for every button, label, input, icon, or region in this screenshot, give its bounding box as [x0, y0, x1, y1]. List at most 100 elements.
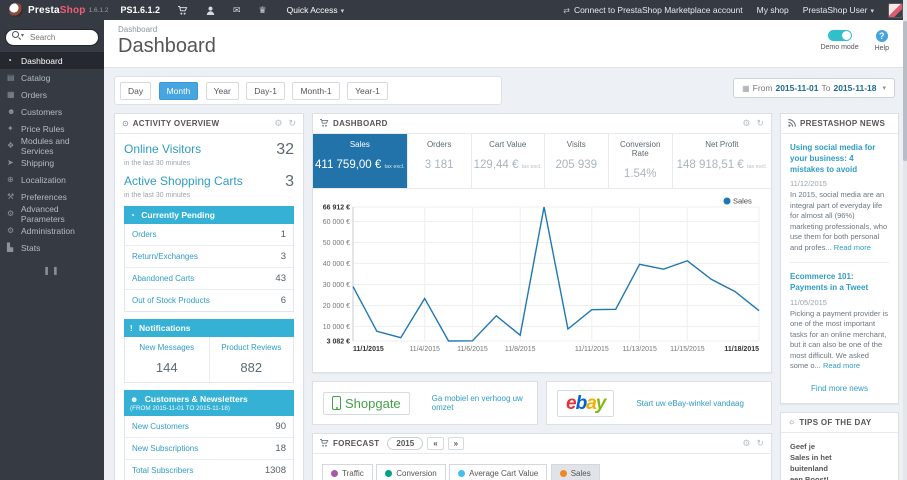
- range-year-1-button[interactable]: Year-1: [347, 82, 388, 100]
- gear-icon[interactable]: ⚙: [742, 439, 750, 448]
- range-day-1-button[interactable]: Day-1: [246, 82, 285, 100]
- customers-subtitle: (FROM 2015-11-01 TO 2015-11-18): [130, 405, 230, 412]
- sales-dot-icon: [559, 470, 567, 477]
- previous-year-button[interactable]: «: [427, 437, 444, 450]
- sidebar-item-stats[interactable]: ▙ Stats: [0, 239, 104, 256]
- envelope-icon[interactable]: ✉: [233, 5, 241, 15]
- new-messages-cell[interactable]: New Messages 144: [125, 337, 209, 382]
- refresh-icon[interactable]: ↻: [288, 119, 296, 128]
- shopgate-banner[interactable]: Shopgate Ga mobiel en verhoog uw omzet: [312, 381, 538, 425]
- sidebar-item-catalog[interactable]: ▤ Catalog: [0, 69, 104, 86]
- svg-text:11/4/2015: 11/4/2015: [409, 346, 440, 353]
- sales-chart[interactable]: 3 082 € 10 000 € 20 000 € 30 000 € 40 000 € 5…: [313, 189, 771, 372]
- sidebar-item-localization[interactable]: ⊕ Localization: [0, 171, 104, 188]
- notifications-title: Notifications: [139, 323, 191, 333]
- my-shop-link[interactable]: My shop: [757, 5, 789, 15]
- search-scope-caret-icon[interactable]: ▾: [21, 32, 24, 39]
- sidebar-item-price-rules[interactable]: ✦ Price Rules: [0, 120, 104, 137]
- ebay-banner[interactable]: ebay Start uw eBay-winkel vandaag: [546, 381, 772, 425]
- localization-icon: ⊕: [7, 175, 14, 184]
- marketplace-link[interactable]: ⇄ Connect to PrestaShop Marketplace accou…: [563, 5, 742, 15]
- find-more-news-link[interactable]: Find more news: [790, 384, 889, 393]
- sidebar-item-customers[interactable]: ☻ Customers: [0, 103, 104, 120]
- product-reviews-cell[interactable]: Product Reviews 882: [208, 337, 294, 382]
- shopgate-logo-text: Shopgate: [345, 395, 401, 411]
- toggle-traffic[interactable]: Traffic: [322, 464, 373, 480]
- advanced-parameters-icon: ⚙: [7, 209, 15, 218]
- catalog-icon: ▤: [7, 73, 15, 82]
- breadcrumb[interactable]: Dashboard: [118, 25, 889, 34]
- next-year-button[interactable]: »: [447, 437, 465, 450]
- refresh-icon[interactable]: ↻: [756, 119, 764, 128]
- customers-row-new-customers[interactable]: New Customers 90: [125, 416, 293, 438]
- kpi-value: 148 918,51 €: [676, 159, 744, 171]
- scrollbar-thumb[interactable]: [903, 21, 907, 161]
- kpi-tab-visits[interactable]: Visits 205 939: [545, 134, 609, 188]
- range-month-1-button[interactable]: Month-1: [292, 82, 340, 100]
- news-item-title[interactable]: Ecommerce 101: Payments in a Tweet: [790, 272, 889, 294]
- svg-text:60 000 €: 60 000 €: [323, 219, 350, 226]
- quick-access-menu[interactable]: Quick Access ▾: [287, 5, 345, 15]
- to-label: To: [821, 83, 831, 93]
- pending-row-out-of-stock[interactable]: Out of Stock Products 6: [125, 290, 293, 311]
- pending-row-orders[interactable]: Orders 1: [125, 224, 293, 246]
- pending-row-returns[interactable]: Return/Exchanges 3: [125, 246, 293, 268]
- kpi-tab-conversion-rate[interactable]: Conversion Rate 1.54%: [609, 134, 673, 188]
- kpi-label: Net Profit: [705, 140, 739, 149]
- page-title: Dashboard: [118, 35, 216, 57]
- toggle-conversion[interactable]: Conversion: [376, 464, 446, 480]
- user-menu[interactable]: PrestaShop User ▾: [803, 5, 874, 15]
- lightbulb-icon: ☼: [788, 417, 796, 427]
- orders-icon: ▦: [7, 90, 15, 99]
- marketplace-icon: ⇄: [563, 6, 570, 15]
- from-label: From: [752, 83, 773, 93]
- range-day-button[interactable]: Day: [120, 82, 152, 100]
- read-more-link[interactable]: Read more: [823, 361, 860, 370]
- trophy-icon[interactable]: ♛: [259, 5, 267, 15]
- news-item-title[interactable]: Using social media for your business: 4 …: [790, 143, 889, 175]
- sidebar-item-preferences[interactable]: ⚒ Preferences: [0, 188, 104, 205]
- customers-row-total-subscribers[interactable]: Total Subscribers 1308: [125, 460, 293, 480]
- sidebar-item-shipping[interactable]: ➤ Shipping: [0, 154, 104, 171]
- sidebar-item-advanced-parameters[interactable]: ⚙ Advanced Parameters: [0, 204, 104, 224]
- avatar[interactable]: [888, 2, 903, 18]
- demo-mode-toggle[interactable]: [827, 30, 852, 41]
- sidebar-item-dashboard[interactable]: ◔ Dashboard: [0, 52, 104, 69]
- toggle-sales[interactable]: Sales: [550, 464, 600, 480]
- dashboard-icon: ◔: [7, 56, 12, 65]
- kpi-label: Cart Value: [489, 140, 527, 149]
- scrollbar[interactable]: [903, 0, 907, 480]
- toggle-knob: [841, 31, 851, 40]
- person-icon[interactable]: [206, 6, 215, 15]
- brand-presta: Presta: [28, 4, 60, 16]
- toggle-average-cart-value[interactable]: Average Cart Value: [449, 464, 548, 480]
- kpi-tab-cart-value[interactable]: Cart Value 129,44 € tax excl.: [472, 134, 545, 188]
- news-item: Using social media for your business: 4 …: [790, 143, 889, 253]
- range-month-button[interactable]: Month: [158, 82, 199, 100]
- kpi-value: 129,44 €: [473, 159, 519, 171]
- brand[interactable]: PrestaShop: [28, 5, 86, 16]
- sidebar-item-administration[interactable]: ⚙ Administration: [0, 222, 104, 239]
- online-visitors-kpi: Online Visitors 32: [124, 142, 294, 158]
- sidebar-collapse-button[interactable]: ❚❚: [0, 266, 104, 275]
- prestashop-logo[interactable]: [9, 3, 23, 17]
- help-icon[interactable]: ?: [875, 30, 888, 42]
- read-more-link[interactable]: Read more: [834, 243, 871, 252]
- online-visitors-label[interactable]: Online Visitors: [124, 142, 201, 156]
- date-range-picker[interactable]: ▦ From 2015-11-01 To 2015-11-18 ▾: [733, 78, 895, 98]
- gear-icon[interactable]: ⚙: [742, 119, 750, 128]
- pending-row-abandoned-carts[interactable]: Abandoned Carts 43: [125, 268, 293, 290]
- active-carts-label[interactable]: Active Shopping Carts: [124, 174, 243, 188]
- from-date: 2015-11-01: [775, 83, 819, 93]
- kpi-tab-orders[interactable]: Orders 3 181: [408, 134, 472, 188]
- sidebar-item-orders[interactable]: ▦ Orders: [0, 86, 104, 103]
- kpi-tab-sales[interactable]: Sales 411 759,00 € tax excl.: [313, 134, 408, 188]
- refresh-icon[interactable]: ↻: [756, 439, 764, 448]
- sidebar-item-modules[interactable]: ❖ Modules and Services: [0, 136, 104, 156]
- kpi-tab-net-profit[interactable]: Net Profit 148 918,51 € tax excl.: [673, 134, 771, 188]
- customers-row-new-subscriptions[interactable]: New Subscriptions 18: [125, 438, 293, 460]
- preferences-icon: ⚒: [7, 192, 15, 201]
- gear-icon[interactable]: ⚙: [274, 119, 282, 128]
- range-year-button[interactable]: Year: [205, 82, 239, 100]
- cart-icon[interactable]: [178, 5, 188, 15]
